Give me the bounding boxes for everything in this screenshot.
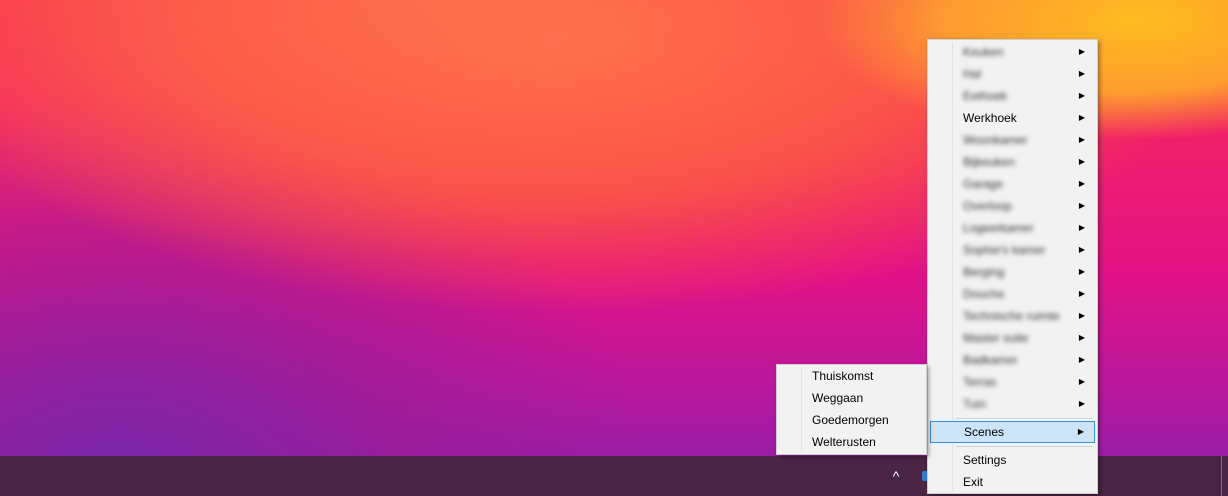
menu-item-room[interactable]: Master suite ▶ [930,327,1095,349]
menu-item-room[interactable]: Logeerkamer ▶ [930,217,1095,239]
submenu-arrow-icon: ▶ [1078,113,1085,122]
menu-item-room[interactable]: Bijkeuken ▶ [930,151,1095,173]
menu-item-label: Master suite [963,331,1029,345]
menu-item-label: Badkamer [963,353,1018,367]
menu-item-label: Werkhoek [963,111,1017,125]
menu-item-label: Settings [963,453,1007,467]
submenu-arrow-icon: ▶ [1078,377,1085,386]
submenu-arrow-icon: ▶ [1077,427,1084,436]
menu-item-label: Exit [963,475,984,489]
menu-item-label: Goedemorgen [812,413,889,427]
menu-item-label: Weggaan [812,391,864,405]
menu-item-label: Eethoek [963,89,1008,103]
scene-item[interactable]: Thuiskomst [779,365,924,387]
menu-item-label: Technische ruimte [963,309,1060,323]
submenu-arrow-icon: ▶ [1078,179,1085,188]
menu-item-scenes[interactable]: Scenes ▶ [930,421,1095,443]
submenu-arrow-icon: ▶ [1078,69,1085,78]
scene-item[interactable]: Welterusten [779,431,924,453]
menu-item-room[interactable]: Eethoek ▶ [930,85,1095,107]
show-desktop-edge[interactable] [1221,456,1222,496]
menu-item-label: Douche [963,287,1005,301]
submenu-arrow-icon: ▶ [1078,245,1085,254]
menu-item-label: Tuin [963,397,986,411]
menu-item-room[interactable]: Terras ▶ [930,371,1095,393]
scene-item[interactable]: Weggaan [779,387,924,409]
menu-item-room[interactable]: Keuken ▶ [930,41,1095,63]
menu-item-label: Sophie's kamer [963,243,1046,257]
menu-item-room[interactable]: Woonkamer ▶ [930,129,1095,151]
menu-separator [956,418,1093,419]
menu-item-label: Scenes [964,425,1005,439]
menu-item-label: Bijkeuken [963,155,1016,169]
submenu-arrow-icon: ▶ [1078,267,1085,276]
menu-item-label: Terras [963,375,997,389]
menu-item-room[interactable]: Sophie's kamer ▶ [930,239,1095,261]
submenu-arrow-icon: ▶ [1078,355,1085,364]
submenu-arrow-icon: ▶ [1078,157,1085,166]
menu-item-label: Garage [963,177,1004,191]
menu-item-label: Logeerkamer [963,221,1034,235]
menu-item-label: Thuiskomst [812,369,874,383]
menu-item-room[interactable]: Technische ruimte ▶ [930,305,1095,327]
submenu-arrow-icon: ▶ [1078,399,1085,408]
menu-item-label: Berging [963,265,1005,279]
menu-item-label: Keuken [963,45,1004,59]
menu-item-room[interactable]: Garage ▶ [930,173,1095,195]
menu-item-room[interactable]: Tuin ▶ [930,393,1095,415]
submenu-arrow-icon: ▶ [1078,47,1085,56]
menu-item-label: Woonkamer [963,133,1028,147]
submenu-arrow-icon: ▶ [1078,311,1085,320]
menu-item-room[interactable]: Badkamer ▶ [930,349,1095,371]
menu-item-label: Hal [963,67,982,81]
menu-item-exit[interactable]: Exit [930,471,1095,493]
submenu-arrow-icon: ▶ [1078,135,1085,144]
scenes-submenu: Thuiskomst Weggaan Goedemorgen Welterust… [776,364,927,455]
show-hidden-icons-chevron-icon[interactable]: ^ [886,466,906,486]
menu-item-settings[interactable]: Settings [930,449,1095,471]
submenu-arrow-icon: ▶ [1078,91,1085,100]
menu-item-room[interactable]: Douche ▶ [930,283,1095,305]
submenu-arrow-icon: ▶ [1078,333,1085,342]
tray-context-menu: Keuken ▶ Hal ▶ Eethoek ▶ Werkhoek ▶ Woonkamer ▶ Bi… [927,39,1098,494]
submenu-arrow-icon: ▶ [1078,289,1085,298]
menu-item-label: Overloop [963,199,1012,213]
menu-item-room[interactable]: Werkhoek ▶ [930,107,1095,129]
menu-item-label: Welterusten [812,435,876,449]
menu-item-room[interactable]: Hal ▶ [930,63,1095,85]
menu-separator [956,446,1093,447]
menu-item-room[interactable]: Berging ▶ [930,261,1095,283]
submenu-arrow-icon: ▶ [1078,223,1085,232]
scene-item[interactable]: Goedemorgen [779,409,924,431]
submenu-arrow-icon: ▶ [1078,201,1085,210]
menu-item-room[interactable]: Overloop ▶ [930,195,1095,217]
